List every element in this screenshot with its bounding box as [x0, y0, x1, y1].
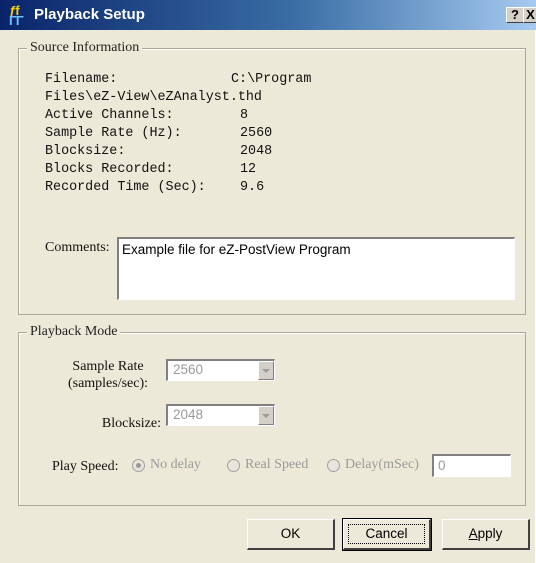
sample-rate-value: 2560 — [240, 126, 273, 141]
recorded-time-label: Recorded Time (Sec): — [45, 180, 206, 195]
radio-no-delay[interactable] — [132, 459, 145, 472]
cancel-button[interactable]: Cancel — [342, 518, 432, 551]
title-bar[interactable]: ƒf ΓΓ Playback Setup ? X — [0, 0, 536, 30]
sample-rate-field-label-line2: (samples/sec): — [67, 376, 149, 391]
ok-button[interactable]: OK — [247, 519, 335, 550]
close-button[interactable]: X — [523, 7, 536, 23]
sample-rate-select[interactable]: 2560 — [166, 359, 275, 381]
playback-mode-legend: Playback Mode — [27, 324, 121, 340]
radio-no-delay-label: No delay — [150, 457, 201, 472]
comments-field[interactable]: Example file for eZ-PostView Program — [117, 237, 515, 300]
filename-value-continued: Files\eZ-View\eZAnalyst.thd — [45, 90, 262, 105]
help-button[interactable]: ? — [506, 7, 524, 23]
delay-msec-input[interactable]: 0 — [432, 454, 511, 477]
filename-value: C:\Program — [231, 72, 312, 87]
play-speed-label: Play Speed: — [52, 459, 119, 474]
chevron-down-icon[interactable] — [258, 361, 274, 380]
blocksize-select[interactable]: 2048 — [166, 404, 275, 426]
radio-real-speed[interactable] — [227, 459, 240, 472]
sample-rate-field-label: Sample Rate (samples/sec): — [55, 358, 161, 392]
recorded-time-value: 9.6 — [240, 180, 265, 195]
chevron-down-icon[interactable] — [258, 406, 274, 425]
source-information-legend: Source Information — [27, 40, 143, 56]
active-channels-label: Active Channels: — [45, 108, 174, 123]
playback-mode-group: Playback Mode Sample Rate (samples/sec):… — [18, 324, 526, 506]
filename-label: Filename: — [45, 72, 118, 87]
comments-label: Comments: — [45, 240, 110, 255]
blocksize-value: 2048 — [240, 144, 273, 159]
sample-rate-label: Sample Rate (Hz): — [45, 126, 182, 141]
blocksize-label: Blocksize: — [45, 144, 126, 159]
source-information-group: Source Information Filename: C:\Program … — [18, 40, 526, 315]
radio-delay-msec-label: Delay(mSec) — [345, 457, 419, 472]
active-channels-value: 8 — [240, 108, 249, 123]
blocksize-select-value: 2048 — [173, 407, 204, 422]
apply-button[interactable]: Apply — [442, 519, 530, 550]
apply-button-label: Apply — [468, 526, 503, 541]
radio-real-speed-label: Real Speed — [245, 457, 309, 472]
sample-rate-select-value: 2560 — [173, 362, 204, 377]
sample-rate-field-label-line1: Sample Rate — [72, 359, 144, 374]
blocks-recorded-label: Blocks Recorded: — [45, 162, 174, 177]
radio-delay-msec[interactable] — [327, 459, 340, 472]
focus-indicator — [348, 524, 425, 544]
blocksize-field-label: Blocksize: — [101, 416, 161, 431]
app-icon: ƒf ΓΓ — [9, 3, 24, 28]
playback-setup-dialog: ƒf ΓΓ Playback Setup ? X Source Informati… — [0, 0, 536, 563]
window-title: Playback Setup — [34, 6, 145, 23]
blocks-recorded-value: 12 — [240, 162, 257, 177]
